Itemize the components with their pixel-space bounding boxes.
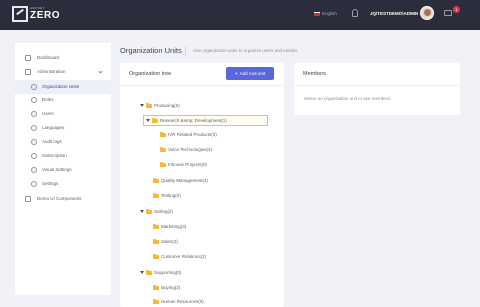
sidebar-item-organization-units[interactable]: Organization Units <box>15 80 111 94</box>
folder-icon <box>160 131 166 137</box>
sidebar-item-label: Languages <box>42 125 65 130</box>
sidebar-item-label: Roles <box>42 97 54 102</box>
members-title: Members <box>303 71 326 77</box>
sidebar-item-demo-ui-components[interactable]: Demo UI Components <box>15 192 111 206</box>
chevron-down-icon <box>98 69 103 74</box>
tree-node-label: Selling(2) <box>154 209 174 214</box>
chat-icon[interactable] <box>444 10 452 16</box>
sidebar-item-label: Users <box>42 111 54 116</box>
title-divider <box>185 46 186 55</box>
tree-node-label: Sales(2) <box>161 239 178 244</box>
app-window: ASP.NET ZERO English JQ\TESTDEMO\ADMIN 1… <box>0 0 480 307</box>
folder-icon <box>146 102 152 108</box>
folder-icon <box>160 161 166 167</box>
layers-icon <box>25 69 31 75</box>
users-icon <box>31 111 37 117</box>
tree-node-label: Customer Relations(2) <box>161 254 207 259</box>
sidebar-item-label: Visual Settings <box>42 167 72 172</box>
brand-name[interactable]: ZERO <box>30 10 60 21</box>
tree-node-label: Quality Management(4) <box>161 178 209 183</box>
tree-node-label: Producing(0) <box>154 103 180 108</box>
add-root-unit-label: Add root unit <box>239 71 266 76</box>
folder-icon <box>152 117 158 123</box>
caret-down-icon[interactable] <box>140 104 144 107</box>
lock-icon <box>31 139 37 145</box>
bell-icon[interactable] <box>352 9 358 17</box>
tree-node-label: Inhouse Projects(0) <box>168 162 208 167</box>
divider <box>120 85 284 86</box>
dashboard-icon <box>25 55 31 61</box>
members-panel: Members Select an organization unit to s… <box>294 63 460 115</box>
divider <box>294 85 460 86</box>
logo-icon[interactable] <box>12 6 28 22</box>
flag-icon <box>31 125 37 131</box>
sidebar-item-label: Subscription <box>42 153 67 158</box>
components-icon <box>25 196 31 202</box>
sidebar-item-label: Settings <box>42 181 59 186</box>
tree-title: Organization tree <box>129 71 172 77</box>
sidebar-item-label: Dashboard <box>37 55 60 60</box>
gear-icon <box>31 181 37 187</box>
folder-icon <box>153 177 159 183</box>
folder-icon <box>153 192 159 198</box>
sidebar-item-label: Audit logs <box>42 139 62 144</box>
organization-tree-panel: Organization tree + Add root unit Produc… <box>120 63 284 307</box>
flag-icon <box>314 11 320 16</box>
tree-node-label: Voice Technologies(3) <box>168 147 212 152</box>
sidebar-item-subscription[interactable]: Subscription <box>15 149 111 163</box>
page-title: Organization Units <box>120 46 182 55</box>
folder-icon <box>153 298 159 304</box>
members-hint: Select an organization unit to see membe… <box>304 96 392 101</box>
tree-node-label: Testing(0) <box>161 193 181 198</box>
tree-node-label: Marketing(3) <box>161 224 187 229</box>
sidebar-item-label: Demo UI Components <box>37 196 82 201</box>
sidebar-item-administration[interactable]: Administration <box>15 65 111 79</box>
folder-icon <box>160 146 166 152</box>
folder-icon <box>146 269 152 275</box>
folder-icon <box>153 238 159 244</box>
sidebar-item-settings[interactable]: Settings <box>15 177 111 191</box>
plus-icon: + <box>234 71 238 76</box>
tree-node-label: Research &amp; Development(1) <box>160 118 227 123</box>
tree-node-label: Human Resources(0) <box>161 299 204 304</box>
sidebar-item-audit-logs[interactable]: Audit logs <box>15 135 111 149</box>
caret-down-icon[interactable] <box>140 271 144 274</box>
add-root-unit-button[interactable]: + Add root unit <box>226 67 274 80</box>
language-label: English <box>322 11 337 16</box>
caret-down-icon[interactable] <box>146 119 150 122</box>
sidebar-item-dashboard[interactable]: Dashboard <box>15 51 111 65</box>
sidebar-item-roles[interactable]: Roles <box>15 93 111 107</box>
folder-icon <box>153 284 159 290</box>
top-bar: ASP.NET ZERO English JQ\TESTDEMO\ADMIN 1 <box>0 0 480 30</box>
sidebar-item-label: Administration <box>37 69 66 74</box>
refresh-icon <box>31 153 37 159</box>
sidebar-item-languages[interactable]: Languages <box>15 121 111 135</box>
folder-icon <box>153 253 159 259</box>
tree-node-selected[interactable]: Research &amp; Development(1) <box>143 115 268 126</box>
language-selector[interactable]: English <box>314 11 337 16</box>
sitemap-icon <box>31 84 37 90</box>
sidebar: Dashboard Administration Organization Un… <box>15 43 111 295</box>
avatar[interactable] <box>420 6 434 20</box>
tree-node-label: Supporting(0) <box>154 270 182 275</box>
page-description: Use organization units to organize users… <box>193 48 298 53</box>
tree-node-label: IVR Related Products(3) <box>168 132 217 137</box>
sidebar-item-label: Organization Units <box>42 84 80 89</box>
roles-icon <box>31 97 37 103</box>
eye-icon <box>31 167 37 173</box>
tree-node-label: Buying(2) <box>161 285 181 290</box>
sidebar-item-users[interactable]: Users <box>15 107 111 121</box>
folder-icon <box>153 223 159 229</box>
notification-badge: 1 <box>453 6 460 13</box>
username[interactable]: JQ\TESTDEMO\ADMIN <box>370 11 418 16</box>
sidebar-item-visual-settings[interactable]: Visual Settings <box>15 163 111 177</box>
folder-icon <box>146 208 152 214</box>
caret-down-icon[interactable] <box>140 210 144 213</box>
